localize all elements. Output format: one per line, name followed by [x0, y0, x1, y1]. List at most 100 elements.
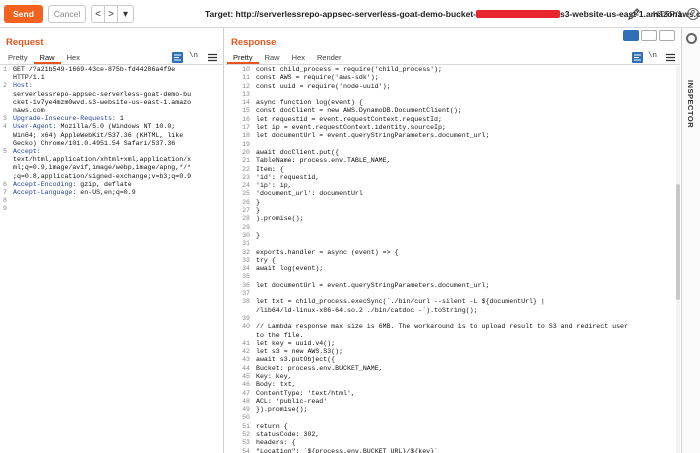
line-text: text/html,application/xhtml+xml,applicat…: [13, 156, 222, 164]
code-line: 23 'id': requestid,: [226, 174, 674, 182]
code-line: 33 try {: [226, 257, 674, 265]
line-text: }: [256, 231, 260, 239]
layout-single-icon[interactable]: [659, 30, 675, 41]
code-line: 38 let txt = child_process.execSync(`./bi…: [226, 298, 674, 306]
line-number: 30: [242, 231, 250, 239]
gear-icon[interactable]: [686, 33, 697, 44]
line-number: 12: [242, 82, 250, 90]
tab-response-hex[interactable]: Hex: [286, 52, 311, 64]
line-number: 36: [242, 281, 250, 289]
tab-response-raw[interactable]: Raw: [259, 52, 286, 64]
target-url[interactable]: Target: http://serverlessrepo-appsec-ser…: [205, 9, 700, 19]
forward-icon[interactable]: >: [105, 6, 118, 22]
line-number: 7: [3, 189, 7, 197]
newline-toggle-icon[interactable]: \n: [189, 52, 198, 60]
line-text: GET /?a21b549-1669-43ce-875b-fd44286a4f9…: [13, 66, 222, 74]
line-text: }: [256, 207, 260, 215]
line-text: Accept-Encoding: gzip, deflate: [13, 181, 222, 189]
line-text: let s3 = new AWS.S3();: [256, 348, 344, 356]
line-number: 47: [242, 389, 250, 397]
code-line: /lib64/ld-linux-x86-64.so.2 ./bin/catdoc…: [226, 307, 674, 315]
line-number: 14: [242, 99, 250, 107]
line-number: 25: [242, 190, 250, 198]
right-sidebar: INSPECTOR: [681, 28, 700, 453]
line-number: 39: [242, 314, 250, 322]
line-number: 15: [242, 107, 250, 115]
scrollbar-thumb[interactable]: [676, 184, 680, 300]
tab-request-raw[interactable]: Raw: [33, 52, 61, 64]
line-number: 20: [242, 148, 250, 156]
request-editor[interactable]: 1 GET /?a21b549-1669-43ce-875b-fd44286a4f…: [0, 66, 222, 453]
code-line: 6 Accept-Encoding: gzip, deflate: [0, 181, 222, 189]
menu-icon[interactable]: [665, 52, 676, 63]
code-line: 41 let key = uuid.v4();: [226, 340, 674, 348]
inspector-tab[interactable]: INSPECTOR: [686, 80, 695, 128]
line-number: 45: [242, 372, 250, 380]
line-text: cket-1v7ye4mzm0wvd.s3-website-us-east-1.…: [13, 99, 222, 107]
request-tabs: Pretty Raw Hex: [2, 52, 86, 64]
back-icon[interactable]: <: [92, 6, 105, 22]
code-line: 24 'ip': ip,: [226, 182, 674, 190]
line-number: 13: [242, 90, 250, 98]
history-dropdown-icon[interactable]: ▾: [118, 6, 133, 22]
layout-split-vertical-icon[interactable]: [641, 30, 657, 41]
code-line: 35: [226, 273, 674, 281]
line-number: [0, 164, 13, 172]
line-number: 8: [3, 197, 7, 205]
http-version-label[interactable]: HTTP/1: [653, 9, 682, 19]
line-number: 3: [3, 115, 7, 123]
code-line: 1 GET /?a21b549-1669-43ce-875b-fd44286a4f…: [0, 66, 222, 74]
line-text: await docClient.put({: [256, 148, 340, 156]
line-number: 31: [242, 240, 250, 248]
code-line: 9: [0, 205, 222, 213]
response-editor[interactable]: 10 const child_process = require('child_p…: [226, 66, 674, 453]
tab-response-pretty[interactable]: Pretty: [227, 52, 259, 64]
line-text: [256, 273, 674, 281]
line-text: TableName: process.env.TABLE_NAME,: [256, 157, 391, 165]
line-number: 10: [242, 66, 250, 73]
tab-response-render[interactable]: Render: [311, 52, 348, 64]
line-number: 51: [242, 422, 250, 430]
line-text: "Location": `${process.env.BUCKET_URL}/$…: [256, 447, 439, 453]
code-line: 28).promise();: [226, 215, 674, 223]
header-value: Mozilla/5.0 (Windows NT 10.0;: [56, 123, 176, 131]
line-number: 28: [242, 215, 250, 223]
redaction-mark: [475, 10, 560, 18]
cancel-button[interactable]: Cancel: [48, 5, 86, 23]
line-text: HTTP/1.1: [13, 74, 222, 82]
code-line: 49}).promise();: [226, 406, 674, 414]
line-text: Gecko) Chrome/101.0.4951.54 Safari/537.3…: [13, 140, 222, 148]
edit-target-icon[interactable]: [627, 7, 641, 21]
menu-icon[interactable]: [207, 52, 218, 63]
line-text: Accept-Language: en-US,en;q=0.9: [13, 189, 222, 197]
tab-request-pretty[interactable]: Pretty: [2, 52, 34, 64]
format-icon[interactable]: [172, 52, 183, 63]
line-text: ACL: 'public-read': [256, 397, 328, 405]
header-value: naws.com: [13, 107, 45, 115]
code-line: 25 'document_url': documentUrl: [226, 190, 674, 198]
code-line: 13: [226, 91, 674, 99]
line-number: [0, 107, 13, 115]
code-line: 44 Bucket: process.env.BUCKET_NAME,: [226, 365, 674, 373]
layout-split-horizontal-icon[interactable]: [623, 30, 639, 41]
line-number: 34: [242, 265, 250, 273]
line-text: [256, 91, 674, 99]
line-text: ;q=0.8,application/signed-exchange;v=b3;…: [13, 173, 222, 181]
format-icon[interactable]: [632, 52, 643, 63]
line-number: 54: [242, 447, 250, 453]
code-line: 52 statusCode: 302,: [226, 431, 674, 439]
send-button[interactable]: Send: [4, 5, 43, 23]
newline-toggle-icon[interactable]: \n: [648, 52, 657, 60]
response-scrollbar[interactable]: [676, 66, 680, 453]
line-number: 52: [242, 431, 250, 439]
line-text: }: [256, 198, 260, 206]
header-name: Accept-Language:: [13, 189, 77, 197]
line-number: 23: [242, 173, 250, 181]
header-name: Host:: [13, 82, 33, 90]
help-icon[interactable]: ?: [687, 8, 699, 20]
tab-request-hex[interactable]: Hex: [61, 52, 86, 64]
request-title: Request: [6, 37, 44, 48]
line-text: }).promise();: [256, 406, 308, 414]
line-number: 5: [3, 148, 7, 156]
line-text: await s3.putObject({: [256, 356, 336, 364]
